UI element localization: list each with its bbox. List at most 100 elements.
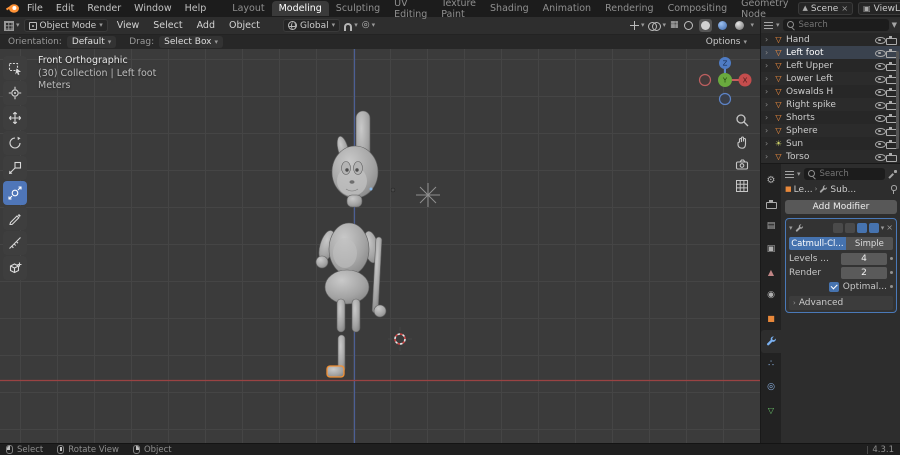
edit-mode-toggle[interactable] <box>844 223 855 233</box>
levels-viewport-field[interactable]: 4 <box>841 252 887 265</box>
add-modifier-button[interactable]: Add Modifier <box>785 200 897 214</box>
breadcrumb-object[interactable]: Le... <box>794 185 813 195</box>
render-visibility-icon[interactable] <box>885 152 897 162</box>
hide-eye-icon[interactable] <box>874 35 886 45</box>
add-cube-tool-button[interactable] <box>3 256 27 280</box>
expand-icon[interactable]: › <box>765 113 773 122</box>
zoom-button[interactable] <box>733 111 751 129</box>
orientation-dropdown[interactable]: Default ▾ <box>66 36 117 48</box>
collapse-icon[interactable]: ▾ <box>789 224 793 232</box>
move-tool-button[interactable] <box>3 106 27 130</box>
advanced-subpanel-header[interactable]: › Advanced <box>789 296 893 310</box>
hide-eye-icon[interactable] <box>874 139 886 149</box>
render-visibility-icon[interactable] <box>885 87 897 97</box>
hide-eye-icon[interactable] <box>874 48 886 58</box>
tab-scene-properties[interactable]: ▲ <box>761 261 781 284</box>
filter-icon[interactable]: ▼ <box>892 21 897 29</box>
drag-dropdown[interactable]: Select Box ▾ <box>159 36 224 48</box>
show-gizmo-toggle[interactable]: ▾ <box>629 21 644 30</box>
scene-unlink-icon[interactable]: × <box>841 4 848 13</box>
properties-search-input[interactable] <box>819 169 882 179</box>
menu-select[interactable]: Select <box>148 20 187 31</box>
hide-eye-icon[interactable] <box>874 152 886 162</box>
expand-icon[interactable]: › <box>765 126 773 135</box>
menu-window[interactable]: Window <box>128 3 177 14</box>
snap-toggle[interactable]: ▾ <box>344 21 358 31</box>
options-dropdown[interactable]: Options ▾ <box>701 36 752 48</box>
keyframe-dot[interactable] <box>890 257 893 260</box>
tab-geometry-nodes[interactable]: Geometry Node <box>734 0 795 22</box>
annotate-tool-button[interactable] <box>3 206 27 230</box>
rotate-tool-button[interactable] <box>3 131 27 155</box>
render-visibility-icon[interactable] <box>885 113 897 123</box>
menu-view[interactable]: View <box>112 20 145 31</box>
shading-material-button[interactable] <box>716 19 729 32</box>
select-box-tool-button[interactable] <box>3 56 27 80</box>
scale-tool-button[interactable] <box>3 156 27 180</box>
outliner-editor-icon[interactable] <box>764 21 773 29</box>
proportional-edit-toggle[interactable]: ◎ ▾ <box>362 21 375 30</box>
expand-icon[interactable]: › <box>765 152 773 161</box>
menu-render[interactable]: Render <box>81 3 127 14</box>
tab-object-properties[interactable]: ■ <box>761 307 781 330</box>
tab-modifier-properties[interactable] <box>761 330 781 353</box>
tab-layout[interactable]: Layout <box>225 1 271 16</box>
viewport-3d[interactable]: Front Orthographic (30) Collection | Lef… <box>0 49 760 443</box>
hide-eye-icon[interactable] <box>874 126 886 136</box>
outliner-row-sun[interactable]: › ☀ Sun <box>761 137 900 150</box>
camera-view-button[interactable] <box>733 155 751 173</box>
tab-modeling[interactable]: Modeling <box>271 1 329 16</box>
render-visibility-icon[interactable] <box>885 48 897 58</box>
tab-sculpting[interactable]: Sculpting <box>329 1 387 16</box>
render-levels-field[interactable]: 2 <box>841 266 887 279</box>
menu-file[interactable]: File <box>21 3 49 14</box>
expand-icon[interactable]: › <box>765 48 773 57</box>
keyframe-dot[interactable] <box>890 285 893 288</box>
toggle-grid-button[interactable] <box>733 177 751 195</box>
editor-type-button[interactable]: ▾ <box>4 20 20 31</box>
shading-wireframe-button[interactable] <box>682 19 695 32</box>
menu-add[interactable]: Add <box>192 20 220 31</box>
optimal-display-checkbox[interactable] <box>828 281 839 292</box>
render-visibility-icon[interactable] <box>885 35 897 45</box>
outliner-row-right-spike[interactable]: › ▽ Right spike <box>761 98 900 111</box>
catmull-clark-button[interactable]: Catmull-Cl... <box>789 237 846 250</box>
menu-object[interactable]: Object <box>224 20 265 31</box>
viewport-canvas[interactable] <box>0 49 760 443</box>
simple-button[interactable]: Simple <box>845 237 893 250</box>
tab-physics-properties[interactable]: ◎ <box>761 376 781 399</box>
menu-edit[interactable]: Edit <box>50 3 80 14</box>
tab-output-properties[interactable]: ▤ <box>761 215 781 238</box>
outliner-row-lower-left[interactable]: › ▽ Lower Left <box>761 72 900 85</box>
tab-texture-paint[interactable]: Texture Paint <box>434 0 483 22</box>
render-visibility-icon[interactable] <box>885 139 897 149</box>
cursor-tool-button[interactable] <box>3 81 27 105</box>
render-toggle[interactable] <box>868 223 879 233</box>
outliner-row-oswalds-h[interactable]: › ▽ Oswalds H <box>761 85 900 98</box>
selected-left-foot[interactable] <box>326 365 345 378</box>
outliner-row-sphere[interactable]: › ▽ Sphere <box>761 124 900 137</box>
hide-eye-icon[interactable] <box>874 87 886 97</box>
expand-icon[interactable]: › <box>765 74 773 83</box>
outliner-search-input[interactable] <box>798 20 886 30</box>
viewlayer-selector[interactable]: ▣ ViewLayer × <box>858 2 900 15</box>
outliner-row-hand[interactable]: › ▽ Hand <box>761 33 900 46</box>
chevron-down-icon[interactable]: ▾ <box>797 170 801 178</box>
outliner-search[interactable] <box>782 19 889 31</box>
expand-icon[interactable]: › <box>765 139 773 148</box>
outliner-row-left-foot[interactable]: › ▽ Left foot <box>761 46 900 59</box>
on-cage-toggle[interactable] <box>832 223 843 233</box>
extras-menu-icon[interactable]: ▾ <box>881 224 885 232</box>
delete-modifier-icon[interactable]: × <box>886 224 893 232</box>
pin-icon[interactable] <box>889 185 897 194</box>
tab-viewlayer-properties[interactable]: ▣ <box>761 238 781 261</box>
mode-selector[interactable]: Object Mode ▾ <box>23 19 108 32</box>
menu-help[interactable]: Help <box>179 3 213 14</box>
hide-eye-icon[interactable] <box>874 74 886 84</box>
scene-selector[interactable]: ▲ Scene × <box>797 2 854 15</box>
show-overlays-toggle[interactable]: ▾ <box>648 21 666 31</box>
render-visibility-icon[interactable] <box>885 100 897 110</box>
transform-orientation-selector[interactable]: Global ▾ <box>282 19 341 32</box>
tab-tool-properties[interactable]: ⚙ <box>761 169 781 192</box>
tab-uv-editing[interactable]: UV Editing <box>387 0 434 22</box>
